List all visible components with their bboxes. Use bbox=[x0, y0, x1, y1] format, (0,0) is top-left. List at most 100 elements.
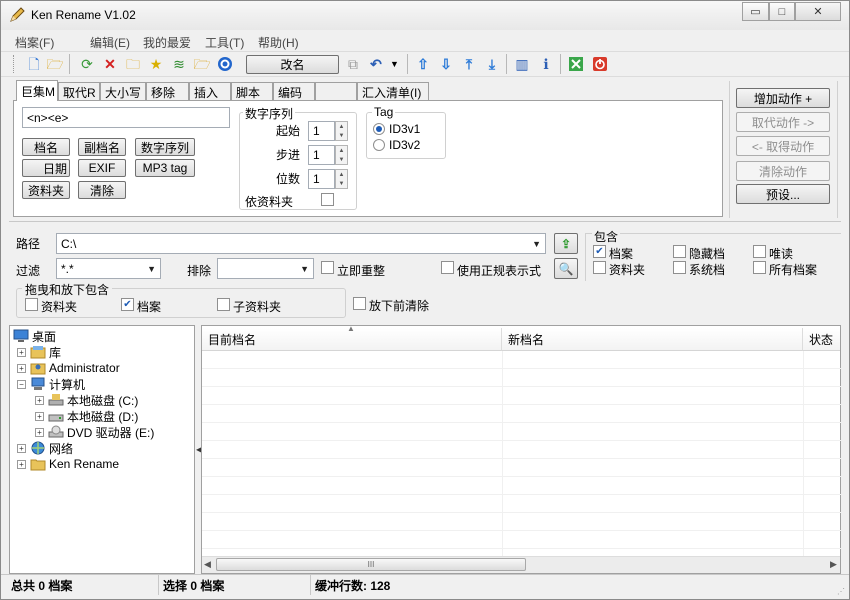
tree-item-dvd[interactable]: + DVD 驱动器 (E:) bbox=[35, 424, 154, 440]
copy-icon[interactable]: ⧉ bbox=[344, 55, 362, 73]
menu-file[interactable]: 档案(F) bbox=[15, 34, 54, 51]
favorite-star-icon[interactable]: ★ bbox=[147, 55, 165, 73]
tree-item-drive-d[interactable]: + 本地磁盘 (D:) bbox=[35, 408, 138, 424]
minimize-button[interactable]: ▭ bbox=[742, 2, 769, 21]
expand-icon[interactable]: + bbox=[35, 411, 44, 421]
rename-button[interactable]: 改名 bbox=[246, 55, 339, 74]
filter-combo[interactable]: *.* ▼ bbox=[56, 258, 161, 279]
move-top-icon[interactable]: ⤒ bbox=[460, 55, 478, 73]
refresh-icon[interactable]: ⟳ bbox=[78, 55, 96, 73]
delete-icon[interactable]: ✕ bbox=[101, 55, 119, 73]
step-input[interactable]: 1 bbox=[308, 145, 335, 165]
include-readonly-checkbox[interactable] bbox=[753, 245, 766, 258]
file-list[interactable] bbox=[201, 325, 841, 574]
script-icon[interactable]: ≋ bbox=[170, 55, 188, 73]
include-folders-checkbox[interactable] bbox=[593, 261, 606, 274]
exif-button[interactable]: EXIF bbox=[78, 159, 126, 177]
scroll-right-icon[interactable]: ▶ bbox=[830, 559, 837, 570]
menu-favorites[interactable]: 我的最爱 bbox=[143, 34, 191, 51]
undo-icon[interactable]: ↶ bbox=[367, 55, 385, 73]
expand-icon[interactable]: + bbox=[17, 347, 26, 357]
tab-replace[interactable]: 取代R bbox=[58, 82, 100, 101]
add-action-button[interactable]: 增加动作 + bbox=[736, 88, 830, 108]
id3v1-radio[interactable] bbox=[373, 123, 385, 135]
tab-blank[interactable] bbox=[315, 82, 357, 101]
include-hidden-checkbox[interactable] bbox=[673, 245, 686, 258]
info-icon[interactable]: ℹ bbox=[537, 55, 555, 73]
immediate-refresh-checkbox[interactable] bbox=[321, 261, 334, 274]
scroll-left-icon[interactable]: ◀ bbox=[204, 559, 211, 570]
exclude-combo[interactable]: ▼ bbox=[217, 258, 314, 279]
scroll-thumb[interactable]: III bbox=[216, 558, 526, 571]
date-button[interactable]: 日期 bbox=[22, 159, 70, 177]
expand-icon[interactable]: + bbox=[17, 363, 26, 373]
include-files-checkbox[interactable]: ✔ bbox=[593, 245, 606, 258]
folder-name-button[interactable]: 资料夹 bbox=[22, 181, 70, 199]
tree-item-library[interactable]: + 库 bbox=[17, 344, 61, 360]
tab-macro[interactable]: 巨集M bbox=[16, 80, 58, 101]
open-folder-icon[interactable]: 🗁 bbox=[46, 55, 64, 73]
menu-tools[interactable]: 工具(T) bbox=[205, 34, 244, 51]
clear-action-button[interactable]: 清除动作 bbox=[736, 161, 830, 181]
step-spinner[interactable]: ▲ ▼ bbox=[335, 145, 348, 165]
regex-checkbox[interactable] bbox=[441, 261, 454, 274]
tab-remove[interactable]: 移除 bbox=[146, 82, 189, 101]
folder-icon[interactable]: 🗀 bbox=[124, 55, 142, 73]
include-all-checkbox[interactable] bbox=[753, 261, 766, 274]
move-bottom-icon[interactable]: ⤓ bbox=[483, 55, 501, 73]
tree-item-ken-rename[interactable]: + Ken Rename bbox=[17, 456, 119, 472]
expand-icon[interactable]: + bbox=[17, 443, 26, 453]
tab-insert[interactable]: 插入 bbox=[189, 82, 231, 101]
column-status[interactable]: 状态 bbox=[803, 328, 840, 351]
clear-button[interactable]: 清除 bbox=[78, 181, 126, 199]
menu-edit[interactable]: 编辑(E) bbox=[90, 34, 130, 51]
tree-item-computer[interactable]: − 计算机 bbox=[17, 376, 85, 392]
extension-button[interactable]: 副档名 bbox=[78, 138, 126, 156]
menu-help[interactable]: 帮助(H) bbox=[258, 34, 299, 51]
tab-import-list[interactable]: 汇入清单(I) bbox=[357, 82, 429, 101]
tab-script[interactable]: 脚本 bbox=[231, 82, 273, 101]
preset-button[interactable]: 预设... bbox=[736, 184, 830, 204]
power-icon[interactable] bbox=[591, 55, 609, 73]
include-system-checkbox[interactable] bbox=[673, 261, 686, 274]
number-seq-button[interactable]: 数字序列 bbox=[135, 138, 195, 156]
filename-button[interactable]: 档名 bbox=[22, 138, 70, 156]
search-button[interactable]: 🔍 bbox=[554, 258, 578, 279]
go-folder-button[interactable]: ⇪ bbox=[554, 233, 578, 254]
digits-input[interactable]: 1 bbox=[308, 169, 335, 189]
dragdrop-folder-checkbox[interactable] bbox=[25, 298, 38, 311]
expand-icon[interactable]: + bbox=[35, 395, 44, 405]
id3v2-radio[interactable] bbox=[373, 139, 385, 151]
pattern-input[interactable]: <n><e> bbox=[22, 107, 230, 128]
tree-item-network[interactable]: + 网络 bbox=[17, 440, 73, 456]
expand-icon[interactable]: + bbox=[35, 427, 44, 437]
dropdown-arrow-icon[interactable]: ▼ bbox=[147, 264, 156, 274]
digits-spinner[interactable]: ▲ ▼ bbox=[335, 169, 348, 189]
resize-grip-icon[interactable]: ⋰ bbox=[837, 587, 845, 596]
start-input[interactable]: 1 bbox=[308, 121, 335, 141]
tree-item-drive-c[interactable]: + 本地磁盘 (C:) bbox=[35, 392, 138, 408]
expand-icon[interactable]: + bbox=[17, 459, 26, 469]
move-up-icon[interactable]: ⇧ bbox=[414, 55, 432, 73]
options-icon[interactable] bbox=[567, 55, 585, 73]
tree-item-desktop[interactable]: 桌面 bbox=[13, 328, 56, 344]
undo-dropdown-icon[interactable]: ▼ bbox=[390, 59, 399, 69]
tree-item-administrator[interactable]: + Administrator bbox=[17, 360, 120, 376]
column-new-name[interactable]: 新档名 bbox=[502, 328, 803, 351]
get-action-button[interactable]: <- 取得动作 bbox=[736, 136, 830, 156]
dragdrop-subfolder-checkbox[interactable] bbox=[217, 298, 230, 311]
dropdown-arrow-icon[interactable]: ▼ bbox=[300, 264, 309, 274]
dragdrop-file-checkbox[interactable]: ✔ bbox=[121, 298, 134, 311]
tab-case[interactable]: 大小写 bbox=[100, 82, 146, 101]
path-combo[interactable]: C:\ ▼ bbox=[56, 233, 546, 254]
folder-open-icon[interactable]: 🗁 bbox=[193, 55, 211, 73]
clear-before-drop-checkbox[interactable] bbox=[353, 297, 366, 310]
replace-action-button[interactable]: 取代动作 -> bbox=[736, 112, 830, 132]
maximize-button[interactable]: □ bbox=[769, 2, 795, 21]
start-spinner[interactable]: ▲ ▼ bbox=[335, 121, 348, 141]
mp3-tag-button[interactable]: MP3 tag bbox=[135, 159, 195, 177]
collapse-icon[interactable]: − bbox=[17, 379, 26, 389]
columns-icon[interactable]: ▥ bbox=[513, 55, 531, 73]
dropdown-arrow-icon[interactable]: ▼ bbox=[532, 239, 541, 249]
target-icon[interactable] bbox=[216, 55, 234, 73]
